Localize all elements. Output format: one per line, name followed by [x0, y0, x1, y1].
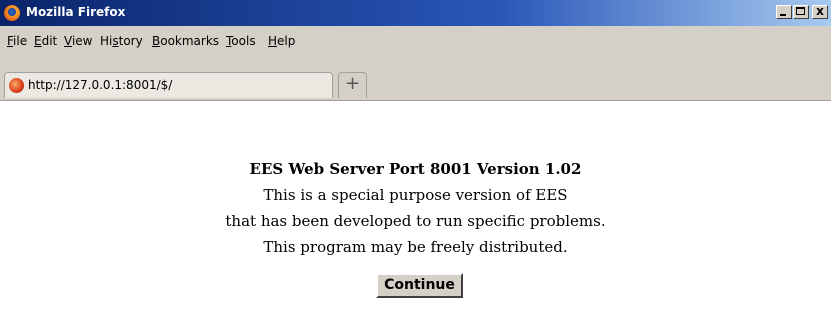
menu-history[interactable]: History: [100, 34, 143, 48]
firefox-icon[interactable]: [4, 5, 20, 21]
tab-strip: http://127.0.0.1:8001/$/ +: [0, 70, 831, 100]
continue-button[interactable]: Continue: [376, 273, 463, 298]
close-icon: x: [816, 4, 824, 18]
tab-label: http://127.0.0.1:8001/$/: [28, 78, 173, 92]
window-title: Mozilla Firefox: [26, 5, 126, 19]
menu-view[interactable]: View: [64, 34, 92, 48]
tab-active[interactable]: http://127.0.0.1:8001/$/: [4, 72, 333, 98]
site-favicon-icon: [9, 78, 24, 93]
menu-bookmarks[interactable]: Bookmarks: [152, 34, 219, 48]
menu-edit[interactable]: Edit: [34, 34, 57, 48]
close-button[interactable]: x: [812, 4, 828, 19]
maximize-button[interactable]: [793, 5, 809, 19]
menu-file[interactable]: File: [7, 34, 27, 48]
maximize-icon: [796, 7, 805, 15]
minimize-icon: [780, 14, 786, 16]
page-content: EES Web Server Port 8001 Version 1.02 Th…: [0, 100, 831, 328]
description-line-2: that has been developed to run specific …: [225, 212, 606, 230]
description-line-1: This is a special purpose version of EES: [263, 186, 568, 204]
menu-tools[interactable]: Tools: [226, 34, 256, 48]
description-line-3: This program may be freely distributed.: [263, 238, 568, 256]
new-tab-button[interactable]: +: [338, 72, 367, 98]
minimize-button[interactable]: [776, 5, 792, 19]
page-heading: EES Web Server Port 8001 Version 1.02: [249, 160, 582, 178]
window-titlebar[interactable]: Mozilla Firefox x: [0, 0, 831, 26]
menu-help[interactable]: Help: [268, 34, 295, 48]
